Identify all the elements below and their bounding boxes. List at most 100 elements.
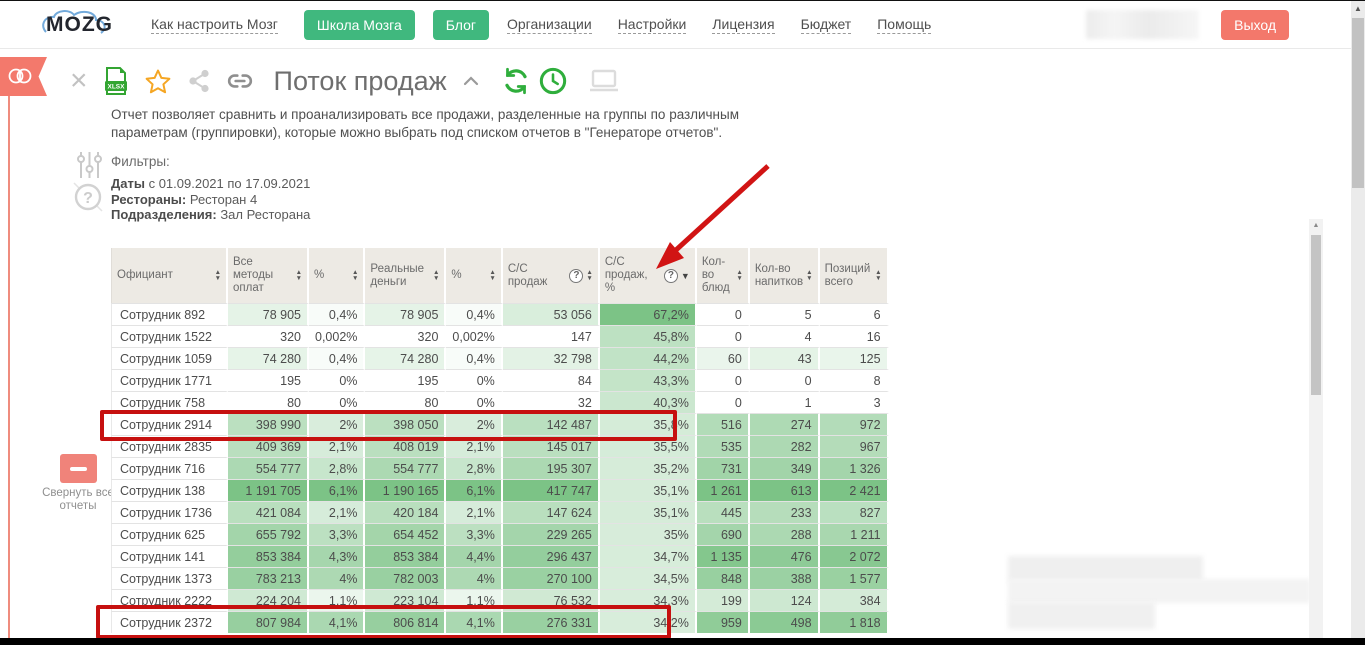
- nav-link-license[interactable]: Лицензия: [712, 16, 774, 34]
- value-cell: 16: [820, 325, 889, 347]
- value-cell: 195 307: [503, 457, 600, 479]
- nav-link-settings[interactable]: Настройки: [618, 16, 687, 34]
- value-cell: 0%: [446, 369, 502, 391]
- value-cell: 74 280: [365, 347, 446, 369]
- value-cell: 0: [697, 325, 750, 347]
- help-question-icon[interactable]: ?: [71, 180, 105, 219]
- value-cell: 195: [228, 369, 309, 391]
- sort-both-icon[interactable]: ▲▼: [875, 270, 881, 281]
- minus-icon: [70, 467, 87, 471]
- sort-descending-icon[interactable]: ▼: [681, 271, 690, 281]
- column-header[interactable]: Реальные деньги▲▼: [365, 248, 446, 303]
- employee-cell: Сотрудник 625: [111, 523, 228, 545]
- value-cell: 5: [750, 303, 820, 325]
- mozg-logo[interactable]: MOZG: [46, 13, 113, 37]
- annotation-highlight-box-row-2914: [100, 410, 677, 441]
- sort-both-icon[interactable]: ▲▼: [215, 270, 221, 281]
- value-cell: 476: [750, 545, 820, 567]
- left-accent-line: [8, 96, 10, 638]
- table-row: Сотрудник 1381 191 7056,1%1 190 1656,1%4…: [111, 479, 889, 501]
- logo-text: MOZG: [46, 13, 113, 37]
- page-scrollbar[interactable]: ▲: [1351, 0, 1365, 645]
- collapse-caret-icon[interactable]: [463, 76, 479, 86]
- employee-cell: Сотрудник 1059: [111, 347, 228, 369]
- page-scrollbar-thumb[interactable]: [1352, 18, 1364, 188]
- nav-link-how-to-configure[interactable]: Как настроить Мозг: [151, 16, 278, 34]
- value-cell: 0: [697, 303, 750, 325]
- column-header-label: Реальные деньги: [370, 263, 430, 289]
- scrollbar-up-arrow-icon[interactable]: ▲: [1309, 222, 1323, 229]
- value-cell: 384: [820, 589, 889, 611]
- sort-both-icon[interactable]: ▲▼: [489, 270, 495, 281]
- value-cell: 6: [820, 303, 889, 325]
- report-scrollbar-thumb[interactable]: [1311, 235, 1321, 395]
- column-header[interactable]: %▲▼: [309, 248, 365, 303]
- report-title: Поток продаж: [274, 66, 447, 97]
- column-header-label: %: [451, 269, 461, 282]
- filters-values: Даты с 01.09.2021 по 17.09.2021 Ресторан…: [111, 176, 310, 223]
- nav-link-help[interactable]: Помощь: [877, 16, 931, 34]
- column-header-label: С/С продаж, %: [605, 256, 661, 295]
- close-report-icon[interactable]: ×: [70, 68, 88, 94]
- column-header[interactable]: % ▲▼: [446, 248, 502, 303]
- value-cell: 1 577: [820, 567, 889, 589]
- sort-both-icon[interactable]: ▲▼: [352, 270, 358, 281]
- value-cell: 2,1%: [309, 501, 365, 523]
- refresh-icon[interactable]: [501, 66, 531, 96]
- column-header[interactable]: С/С продаж, %?▼: [600, 248, 697, 303]
- collapse-all-reports-button[interactable]: [60, 454, 97, 483]
- value-cell: 690: [697, 523, 750, 545]
- filters-title: Фильтры:: [111, 154, 170, 169]
- column-header[interactable]: Кол-во напитков▲▼: [750, 248, 820, 303]
- sort-both-icon[interactable]: ▲▼: [433, 270, 439, 281]
- sort-both-icon[interactable]: ▲▼: [806, 270, 812, 281]
- value-cell: 0,002%: [309, 325, 365, 347]
- nav-button-school[interactable]: Школа Мозга: [304, 10, 415, 40]
- value-cell: 4: [750, 325, 820, 347]
- report-scrollbar[interactable]: ▲: [1309, 219, 1323, 638]
- value-cell: 60: [697, 347, 750, 369]
- column-help-icon[interactable]: ?: [664, 269, 678, 283]
- column-header[interactable]: С/С продаж?▲▼: [503, 248, 600, 303]
- window-bottom-edge: [0, 638, 1365, 645]
- value-cell: 74 280: [228, 347, 309, 369]
- value-cell: 84: [503, 369, 600, 391]
- sort-both-icon[interactable]: ▲▼: [296, 270, 302, 281]
- link-icon[interactable]: [226, 68, 254, 94]
- column-header[interactable]: Официант▲▼: [111, 248, 228, 303]
- value-cell: 1 191 705: [228, 479, 309, 501]
- column-help-icon[interactable]: ?: [569, 269, 583, 283]
- nav-link-organizations[interactable]: Организации: [507, 16, 592, 34]
- value-cell: 34,7%: [600, 545, 697, 567]
- value-cell: 853 384: [228, 545, 309, 567]
- monitor-icon[interactable]: [589, 69, 619, 93]
- nav-link-budget[interactable]: Бюджет: [801, 16, 852, 34]
- nav-button-blog[interactable]: Блог: [433, 10, 489, 40]
- schedule-clock-icon[interactable]: [539, 67, 567, 95]
- share-icon[interactable]: [188, 69, 210, 93]
- value-cell: 6,1%: [446, 479, 502, 501]
- description-line: Отчет позволяет сравнить и проанализиров…: [111, 106, 751, 124]
- value-cell: 4%: [309, 567, 365, 589]
- value-cell: 535: [697, 435, 750, 457]
- column-header[interactable]: Позиций всего▲▼: [820, 248, 889, 303]
- column-header[interactable]: Кол-во блюд▲▼: [697, 248, 750, 303]
- employee-cell: Сотрудник 141: [111, 545, 228, 567]
- employee-cell: Сотрудник 1522: [111, 325, 228, 347]
- value-cell: 783 213: [228, 567, 309, 589]
- column-header[interactable]: Все методы оплат▲▼: [228, 248, 309, 303]
- value-cell: 78 905: [365, 303, 446, 325]
- table-row: Сотрудник 89278 9050,4%78 9050,4%53 0566…: [111, 303, 889, 325]
- redacted-username: [1086, 10, 1199, 39]
- xlsx-export-icon[interactable]: XLSX: [104, 67, 128, 95]
- sort-both-icon[interactable]: ▲▼: [736, 270, 742, 281]
- favorite-star-icon[interactable]: [144, 68, 172, 95]
- scrollbar-up-arrow-icon[interactable]: ▲: [1351, 4, 1365, 13]
- column-header-label: Кол-во блюд: [702, 256, 734, 295]
- value-cell: 655 792: [228, 523, 309, 545]
- value-cell: 0: [697, 369, 750, 391]
- sort-both-icon[interactable]: ▲▼: [586, 270, 592, 281]
- brain-ribbon-tab[interactable]: [0, 57, 47, 96]
- logout-button[interactable]: Выход: [1221, 10, 1289, 40]
- value-cell: 1 326: [820, 457, 889, 479]
